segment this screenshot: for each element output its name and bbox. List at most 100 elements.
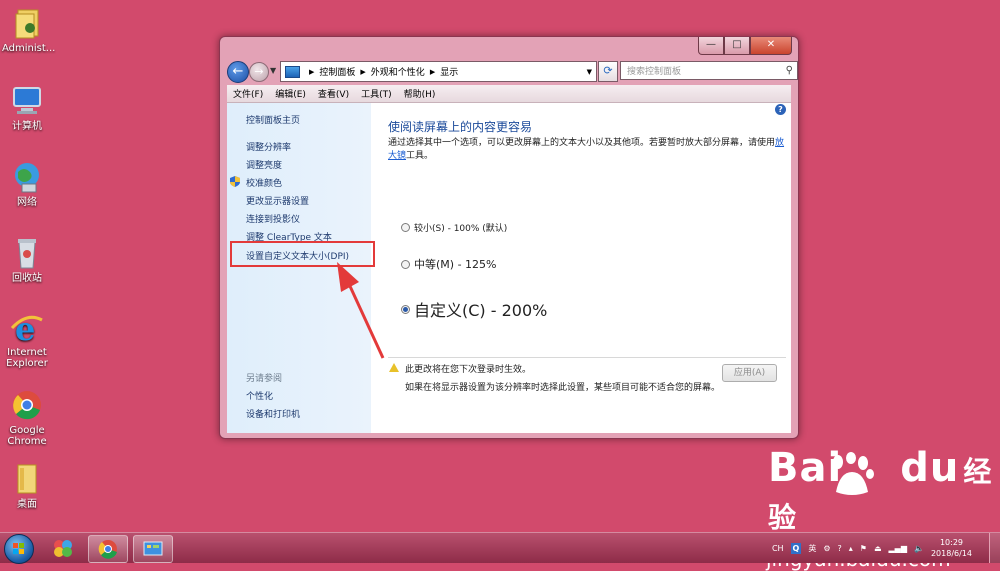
computer-icon (10, 84, 44, 118)
page-title: 使阅读屏幕上的内容更容易 (388, 120, 533, 134)
baidu-brand: Bai du 经验 (768, 447, 1000, 539)
clock[interactable]: 10:29 2018/6/14 (931, 537, 972, 559)
warning-text: 此更改将在您下次登录时生效。 (405, 365, 532, 375)
input-method-icon[interactable]: Q (790, 542, 802, 554)
sidebar-link-resolution[interactable]: 调整分辨率 (246, 140, 291, 153)
option-medium[interactable]: 中等(M) - 125% (401, 256, 496, 272)
language-indicator[interactable]: CH (772, 544, 784, 553)
clover-app-icon (54, 540, 72, 557)
taskbar-app-chrome[interactable] (88, 535, 128, 563)
menu-bar: 文件(F) 编辑(E) 查看(V) 工具(T) 帮助(H) (227, 85, 791, 103)
usb-icon[interactable]: ⏏ (874, 544, 882, 553)
sidebar-link-control-panel-home[interactable]: 控制面板主页 (246, 113, 300, 126)
desktop-icon-computer[interactable]: 计算机 (2, 84, 52, 132)
clock-date: 2018/6/14 (930, 549, 972, 558)
start-button[interactable] (4, 534, 34, 564)
chevron-right-icon[interactable]: ▶ (309, 68, 314, 76)
warning-icon (389, 363, 399, 372)
desktop-icon-label: 回收站 (12, 273, 42, 284)
sidebar-link-devices-printers[interactable]: 设备和打印机 (246, 407, 300, 420)
refresh-icon: ⟳ (603, 64, 613, 77)
radio-custom-selected[interactable] (401, 304, 410, 314)
desktop-icon-label: 桌面 (17, 499, 37, 510)
user-folder-icon (10, 6, 44, 40)
option-custom-label[interactable]: 自定义(C) - 200% (414, 297, 547, 321)
folder-icon (10, 462, 44, 496)
desktop-icon-label: 网络 (17, 197, 37, 208)
taskbar-app-control-panel[interactable] (133, 535, 173, 563)
maximize-button[interactable]: □ (724, 37, 750, 55)
desktop-icon-ie[interactable]: e Internet Explorer (2, 310, 52, 369)
desktop-icon-recycle-bin[interactable]: 回收站 (2, 236, 52, 284)
menu-help[interactable]: 帮助(H) (398, 87, 442, 100)
desktop-icon-label: 计算机 (12, 121, 42, 132)
signal-icon[interactable]: ▂▄▆ (889, 544, 907, 553)
help-icon[interactable]: ? (775, 104, 786, 115)
tray-settings-icon[interactable]: ⚙ (823, 544, 830, 553)
menu-tools[interactable]: 工具(T) (355, 87, 398, 100)
internet-explorer-icon: e (10, 310, 44, 348)
option-custom[interactable]: 自定义(C) - 200% (401, 297, 547, 321)
flag-icon[interactable]: ⚑ (860, 544, 867, 553)
desktop-icon-desktop-folder[interactable]: 桌面 (2, 462, 52, 510)
chevron-down-icon[interactable]: ▼ (587, 68, 592, 76)
option-smaller-label[interactable]: 较小(S) - 100% (默认) (414, 221, 507, 234)
search-icon[interactable]: ⚲ (786, 65, 793, 76)
volume-icon[interactable]: 🔈 (914, 544, 924, 553)
back-button[interactable]: ← (227, 61, 249, 83)
search-placeholder: 搜索控制面板 (627, 67, 682, 77)
help-icon[interactable]: ? (838, 544, 842, 553)
window-controls: — □ ✕ (698, 37, 792, 55)
desktop-icon-label: Google Chrome (7, 425, 47, 447)
page-description: 通过选择其中一个选项，可以更改屏幕上的文本大小以及其他项。若要暂时放大部分屏幕，… (388, 137, 786, 163)
windows-logo-icon (13, 543, 24, 554)
radio-smaller[interactable] (401, 223, 410, 232)
desktop-icon-administrator[interactable]: Administ... (2, 6, 56, 54)
sidebar-link-brightness[interactable]: 调整亮度 (246, 158, 282, 171)
menu-view[interactable]: 查看(V) (312, 87, 355, 100)
desktop-icon-chrome[interactable]: Google Chrome (2, 388, 52, 447)
arrow-left-icon: ← (232, 64, 244, 79)
minimize-button[interactable]: — (698, 37, 724, 55)
chevron-right-icon[interactable]: ▶ (430, 68, 435, 76)
desktop-icon-label: Administ... (2, 43, 56, 54)
desktop-icon-network[interactable]: 网络 (2, 160, 52, 208)
address-bar[interactable]: ▶ 控制面板 ▶ 外观和个性化 ▶ 显示 ▼ (280, 61, 597, 82)
system-tray: CH Q 英 ⚙ ? ▴ ⚑ ⏏ ▂▄▆ 🔈 10:29 2018/6/14 (772, 533, 1000, 563)
desktop-icon-label: Internet Explorer (6, 347, 48, 369)
menu-edit[interactable]: 编辑(E) (269, 87, 312, 100)
menu-file[interactable]: 文件(F) (227, 87, 269, 100)
sidebar-link-display-settings[interactable]: 更改显示器设置 (246, 194, 309, 207)
taskbar-app-clover[interactable] (44, 535, 82, 561)
apply-button[interactable]: 应用(A) (722, 364, 777, 382)
tray-expand-icon[interactable]: ▴ (849, 544, 853, 553)
search-input[interactable]: 搜索控制面板 ⚲ (620, 61, 798, 80)
close-button[interactable]: ✕ (750, 37, 792, 55)
control-panel-icon (285, 65, 300, 78)
breadcrumb-appearance[interactable]: 外观和个性化 (371, 65, 425, 78)
description-text: 通过选择其中一个选项，可以更改屏幕上的文本大小以及其他项。若要暂时放大部分屏幕，… (388, 138, 776, 148)
description-text-end: 工具。 (406, 151, 434, 161)
sidebar-link-personalization[interactable]: 个性化 (246, 389, 273, 402)
chevron-right-icon[interactable]: ▶ (360, 68, 365, 76)
option-medium-label[interactable]: 中等(M) - 125% (414, 256, 496, 272)
brand-part-2: du (900, 445, 960, 491)
breadcrumb-control-panel[interactable]: 控制面板 (319, 65, 355, 78)
sidebar-link-projector[interactable]: 连接到投影仪 (246, 212, 300, 225)
breadcrumb-display[interactable]: 显示 (440, 65, 458, 78)
forward-button[interactable]: → (249, 62, 269, 82)
shield-icon (230, 176, 240, 187)
ime-mode[interactable]: 英 (808, 543, 816, 554)
clock-time: 10:29 (939, 538, 964, 547)
display-control-panel-window: — □ ✕ ← → ▼ ▶ 控制面板 ▶ 外观和个性化 ▶ 显示 ▼ ⟳ 搜索控… (219, 36, 799, 439)
refresh-button[interactable]: ⟳ (598, 61, 618, 82)
recent-pages-dropdown[interactable]: ▼ (270, 66, 276, 75)
recycle-bin-icon (10, 236, 44, 270)
option-smaller[interactable]: 较小(S) - 100% (默认) (401, 221, 507, 234)
show-desktop-button[interactable] (989, 533, 1000, 563)
main-content: ? 使阅读屏幕上的内容更容易 通过选择其中一个选项，可以更改屏幕上的文本大小以及… (371, 103, 791, 433)
warning-subtext: 如果在将显示器设置为该分辨率时选择此设置，某些项目可能不适合您的屏幕。 (405, 383, 721, 393)
radio-medium[interactable] (401, 259, 410, 269)
taskbar: CH Q 英 ⚙ ? ▴ ⚑ ⏏ ▂▄▆ 🔈 10:29 2018/6/14 (0, 532, 1000, 564)
sidebar-link-calibrate-color[interactable]: 校准颜色 (246, 176, 282, 189)
